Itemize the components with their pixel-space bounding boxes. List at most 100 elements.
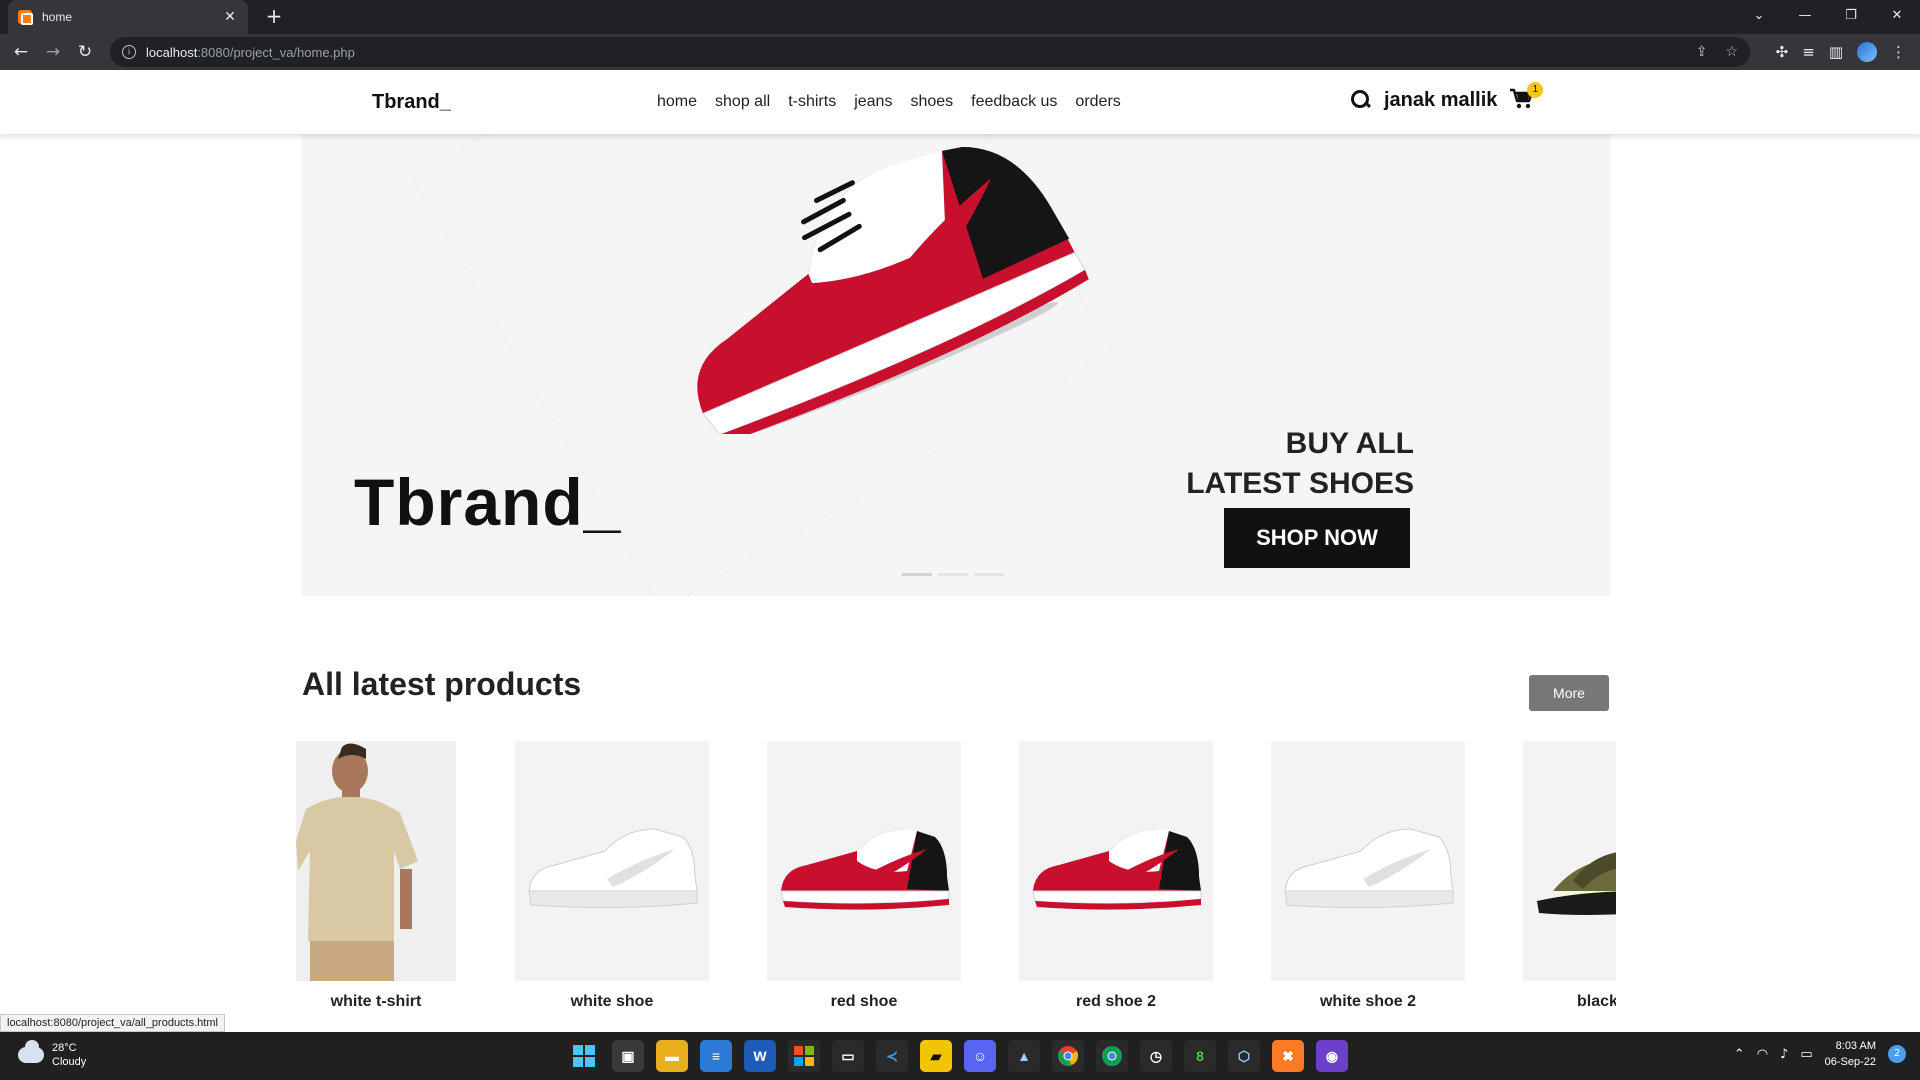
nav-t-shirts[interactable]: t-shirts [788, 93, 836, 111]
close-window-icon[interactable]: ✕ [1874, 0, 1920, 30]
minimize-icon[interactable]: — [1782, 0, 1828, 30]
product-card[interactable]: white shoe 2 [1271, 741, 1465, 1011]
reading-list-icon[interactable]: ≡ [1802, 43, 1815, 61]
hero-headline: BUY ALL LATEST SHOES [1186, 424, 1414, 504]
extensions-puzzle-icon[interactable]: ✣ [1776, 43, 1789, 61]
hero-headline-line-1: BUY ALL [1285, 427, 1414, 460]
extension-area: ✣ ≡ ▥ ⋮ [1776, 42, 1906, 62]
carousel-dot-3[interactable] [974, 573, 1004, 576]
temperature: 28°C [52, 1042, 77, 1054]
new-tab-button[interactable]: + [262, 5, 286, 29]
hero-red-sneaker-image [697, 147, 1089, 434]
time: 8:03 AM [1835, 1040, 1876, 1052]
notepad-icon[interactable]: ≡ [700, 1040, 732, 1072]
word-icon[interactable]: W [744, 1040, 776, 1072]
product-image-sandal[interactable] [1523, 741, 1616, 981]
product-card[interactable]: red shoe [767, 741, 961, 1011]
clock[interactable]: 8:03 AM 06-Sep-22 [1825, 1038, 1876, 1070]
remote-desktop-icon[interactable]: ▭ [832, 1040, 864, 1072]
battery-icon[interactable]: ▭ [1800, 1047, 1812, 1062]
cart-button[interactable]: 1 [1509, 82, 1544, 112]
tab-close-icon[interactable]: ✕ [222, 9, 238, 25]
cart-count-badge: 1 [1527, 82, 1544, 98]
github-desktop-icon[interactable]: ◉ [1316, 1040, 1348, 1072]
system-tray: ⌃ ◠ ♪ ▭ 8:03 AM 06-Sep-22 2 [1734, 1038, 1906, 1070]
product-card[interactable]: white shoe [515, 741, 709, 1011]
product-name[interactable]: red shoe 2 [1019, 993, 1213, 1011]
task-view-icon[interactable]: ▣ [612, 1040, 644, 1072]
site-logo[interactable]: Tbrand_ [372, 91, 451, 114]
url-path: :8080/project_va/home.php [197, 44, 355, 60]
share-icon[interactable]: ⇪ [1696, 44, 1708, 60]
nav-shoes[interactable]: shoes [910, 93, 953, 111]
nav-shop-all[interactable]: shop all [715, 93, 770, 111]
discord-icon[interactable]: ☺ [964, 1040, 996, 1072]
reload-icon[interactable]: ↻ [74, 41, 96, 63]
product-image-white-shoe[interactable] [515, 741, 709, 981]
nav-feedback-us[interactable]: feedback us [971, 93, 1057, 111]
browser-tab[interactable]: home ✕ [8, 0, 248, 34]
more-button[interactable]: More [1529, 675, 1609, 711]
search-icon[interactable] [1350, 89, 1372, 111]
photos-icon[interactable]: ▲ [1008, 1040, 1040, 1072]
back-icon[interactable]: ← [10, 41, 32, 63]
terminal-icon[interactable]: 8 [1184, 1040, 1216, 1072]
product-name[interactable]: white shoe 2 [1271, 993, 1465, 1011]
shop-now-button[interactable]: SHOP NOW [1224, 508, 1410, 568]
product-name[interactable]: white shoe [515, 993, 709, 1011]
start-windows-icon[interactable] [568, 1040, 600, 1072]
taskbar-apps: ▣ ▬ ≡ W ▭ ≺ ▰ ☺ ▲ ◷ 8 ⬡ ✖ ◉ [568, 1040, 1348, 1072]
product-name[interactable]: red shoe [767, 993, 961, 1011]
product-card[interactable]: red shoe 2 [1019, 741, 1213, 1011]
site-header: Tbrand_ home shop all t-shirts jeans sho… [0, 70, 1920, 134]
tab-title: home [42, 10, 73, 24]
wifi-icon[interactable]: ◠ [1757, 1047, 1768, 1062]
xampp-favicon-icon [18, 10, 33, 25]
browser-toolbar: ← → ↻ i localhost:8080/project_va/home.p… [0, 34, 1920, 70]
address-bar[interactable]: i localhost:8080/project_va/home.php ⇪ ☆ [110, 37, 1750, 67]
product-image-tshirt[interactable] [296, 741, 456, 981]
product-card[interactable]: white t-shirt [296, 741, 456, 1011]
product-image-red-shoe-2[interactable] [1019, 741, 1213, 981]
site-info-icon[interactable]: i [122, 45, 136, 59]
cloud-icon [18, 1040, 44, 1063]
store-icon[interactable] [788, 1040, 820, 1072]
sticky-notes-icon[interactable]: ▰ [920, 1040, 952, 1072]
product-card[interactable]: black [1523, 741, 1616, 1011]
profile-avatar[interactable] [1857, 42, 1877, 62]
hero-brand-title: Tbrand_ [354, 465, 622, 539]
weather-text: 28°C Cloudy [52, 1041, 86, 1069]
carousel-dot-1[interactable] [902, 573, 932, 576]
product-name[interactable]: white t-shirt [296, 993, 456, 1011]
file-explorer-icon[interactable]: ▬ [656, 1040, 688, 1072]
tab-search-icon[interactable]: ⌄ [1736, 0, 1782, 30]
hero-banner: Tbrand_ BUY ALL LATEST SHOES SHOP NOW [302, 134, 1610, 596]
date: 06-Sep-22 [1824, 1056, 1876, 1068]
volume-icon[interactable]: ♪ [1780, 1047, 1788, 1062]
windows-taskbar: 28°C Cloudy ▣ ▬ ≡ W ▭ ≺ ▰ ☺ ▲ ◷ 8 ⬡ ✖ ◉ … [0, 1032, 1920, 1080]
menu-kebab-icon[interactable]: ⋮ [1891, 43, 1906, 61]
nav-home[interactable]: home [657, 93, 697, 111]
product-image-white-shoe-2[interactable] [1271, 741, 1465, 981]
restore-icon[interactable]: ❐ [1828, 0, 1874, 30]
product-image-red-shoe[interactable] [767, 741, 961, 981]
carousel-dot-2[interactable] [938, 573, 968, 576]
user-name[interactable]: janak mallik [1384, 89, 1497, 112]
nav-jeans[interactable]: jeans [854, 93, 892, 111]
bookmark-star-icon[interactable]: ☆ [1725, 44, 1738, 60]
chrome-icon[interactable] [1052, 1040, 1084, 1072]
tray-overflow-icon[interactable]: ⌃ [1734, 1047, 1745, 1062]
virtualbox-icon[interactable]: ⬡ [1228, 1040, 1260, 1072]
forward-icon[interactable]: → [42, 41, 64, 63]
notification-badge[interactable]: 2 [1888, 1045, 1906, 1063]
header-actions: janak mallik 1 [1350, 82, 1544, 112]
vscode-icon[interactable]: ≺ [876, 1040, 908, 1072]
weather-condition: Cloudy [52, 1056, 87, 1068]
product-name[interactable]: black [1523, 993, 1616, 1011]
side-panel-icon[interactable]: ▥ [1829, 43, 1843, 61]
chrome-profile-icon[interactable] [1096, 1040, 1128, 1072]
clock-app-icon[interactable]: ◷ [1140, 1040, 1172, 1072]
xampp-icon[interactable]: ✖ [1272, 1040, 1304, 1072]
weather-widget[interactable]: 28°C Cloudy [18, 1040, 86, 1069]
nav-orders[interactable]: orders [1075, 93, 1120, 111]
